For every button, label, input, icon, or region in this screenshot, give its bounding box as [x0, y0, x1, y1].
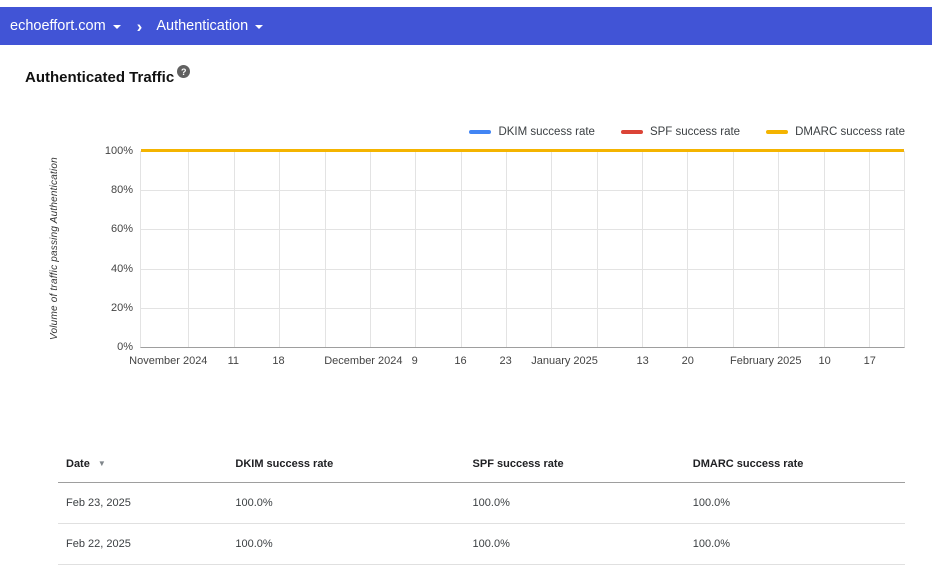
h-gridline — [141, 268, 904, 270]
v-gridline — [460, 151, 462, 347]
table-row: Feb 22, 2025 100.0% 100.0% 100.0% — [58, 523, 905, 565]
v-gridline — [733, 151, 735, 347]
postmaster-dashboard-page: echoeffort.com › Authentication Authenti… — [0, 0, 932, 574]
cell-value: 100.0% — [227, 523, 465, 565]
v-gridline — [823, 151, 825, 347]
column-header-label: DKIM success rate — [235, 458, 334, 470]
page-title-row: Authenticated Traffic ? — [25, 65, 932, 87]
cell-date: Feb 23, 2025 — [58, 482, 228, 524]
x-axis-ticks: November 2024 11 18 December 2024 9 16 23 Janua… — [129, 348, 905, 374]
column-header-date[interactable]: Date ▼ — [58, 446, 228, 483]
v-gridline — [324, 151, 326, 347]
v-gridline — [279, 151, 281, 347]
x-tick-label: 13 — [636, 355, 649, 367]
v-gridline — [868, 151, 870, 347]
x-tick-label: 16 — [454, 355, 467, 367]
y-axis-title: Volume of traffic passing Authentication — [49, 157, 60, 341]
column-header-dmarc[interactable]: DMARC success rate — [684, 446, 905, 483]
table-row: Feb 23, 2025 100.0% 100.0% 100.0% — [58, 482, 905, 524]
y-tick-label: 80% — [110, 184, 133, 197]
authenticated-traffic-chart: DKIM success rate SPF success rate DMARC s… — [49, 125, 905, 374]
legend-label-dkim: DKIM success rate — [498, 126, 595, 138]
v-gridline — [234, 151, 236, 347]
legend-label-spf: SPF success rate — [649, 126, 741, 138]
v-gridline — [687, 151, 689, 347]
v-gridline — [369, 151, 371, 347]
cell-date: Feb 22, 2025 — [58, 523, 228, 565]
caret-down-icon — [112, 25, 121, 29]
caret-down-icon — [255, 25, 264, 29]
sort-descending-icon: ▼ — [97, 459, 106, 468]
cell-value: 100.0% — [684, 523, 905, 565]
x-tick-label: 17 — [863, 355, 876, 367]
traffic-table-section: Date ▼ DKIM success rate SPF success rat… — [58, 446, 905, 565]
x-tick-label: 18 — [272, 355, 285, 367]
x-tick-label: November 2024 — [129, 355, 208, 367]
v-gridline — [188, 151, 190, 347]
domain-selector[interactable]: echoeffort.com — [10, 18, 121, 34]
x-tick-label: February 2025 — [729, 355, 802, 367]
v-gridline — [778, 151, 780, 347]
table-body: Feb 23, 2025 100.0% 100.0% 100.0% Feb 22, 20… — [58, 482, 905, 565]
column-header-dkim[interactable]: DKIM success rate — [227, 446, 465, 483]
help-icon[interactable]: ? — [177, 65, 191, 78]
legend-item-dkim[interactable]: DKIM success rate — [469, 125, 595, 139]
top-navigation-bar: echoeffort.com › Authentication — [0, 7, 932, 45]
v-gridline — [596, 151, 598, 347]
y-tick-label: 40% — [110, 262, 133, 275]
column-header-label: Date — [66, 458, 90, 470]
y-tick-label: 0% — [117, 341, 133, 353]
cell-value: 100.0% — [464, 523, 685, 565]
v-gridline — [642, 151, 644, 347]
column-header-label: SPF success rate — [472, 458, 564, 470]
legend-label-dmarc: DMARC success rate — [795, 126, 905, 138]
table-header-row: Date ▼ DKIM success rate SPF success rat… — [58, 446, 905, 483]
legend-swatch-dmarc-icon — [766, 130, 789, 134]
legend-item-spf[interactable]: SPF success rate — [620, 125, 741, 139]
x-tick-label: 10 — [818, 355, 831, 367]
plot-area: 0% 20% 40% 60% 80% 100% Volume of traffic pas… — [49, 145, 905, 353]
report-type-label: Authentication — [156, 18, 249, 34]
h-gridline — [141, 190, 904, 192]
v-gridline — [414, 151, 416, 347]
y-tick-label: 60% — [110, 223, 133, 236]
v-gridline — [551, 151, 553, 347]
y-tick-label: 100% — [104, 145, 133, 157]
page-title: Authenticated Traffic — [25, 69, 175, 86]
cell-value: 100.0% — [464, 482, 685, 524]
column-header-spf[interactable]: SPF success rate — [464, 446, 685, 483]
legend-swatch-spf-icon — [620, 130, 643, 134]
cell-value: 100.0% — [227, 482, 465, 524]
traffic-data-table: Date ▼ DKIM success rate SPF success rat… — [58, 446, 905, 565]
y-axis-ticks: 0% 20% 40% 60% 80% 100% — [89, 145, 133, 353]
h-gridline — [141, 229, 904, 231]
domain-selector-label: echoeffort.com — [10, 18, 106, 34]
h-gridline — [141, 307, 904, 309]
cell-value: 100.0% — [684, 482, 905, 524]
breadcrumb-chevron-icon: › — [136, 16, 143, 36]
series-line-dmarc — [141, 149, 904, 152]
y-tick-label: 20% — [110, 301, 133, 314]
x-tick-label: 9 — [411, 355, 418, 367]
x-tick-label: 20 — [681, 355, 694, 367]
legend-swatch-dkim-icon — [469, 130, 492, 134]
x-tick-label: December 2024 — [324, 355, 403, 367]
report-type-selector[interactable]: Authentication — [156, 18, 264, 34]
chart-legend: DKIM success rate SPF success rate DMARC s… — [140, 125, 905, 139]
x-tick-label: January 2025 — [531, 355, 598, 367]
legend-item-dmarc[interactable]: DMARC success rate — [766, 125, 905, 139]
column-header-label: DMARC success rate — [692, 458, 804, 470]
v-gridline — [505, 151, 507, 347]
x-tick-label: 23 — [499, 355, 512, 367]
x-tick-label: 11 — [227, 355, 240, 367]
